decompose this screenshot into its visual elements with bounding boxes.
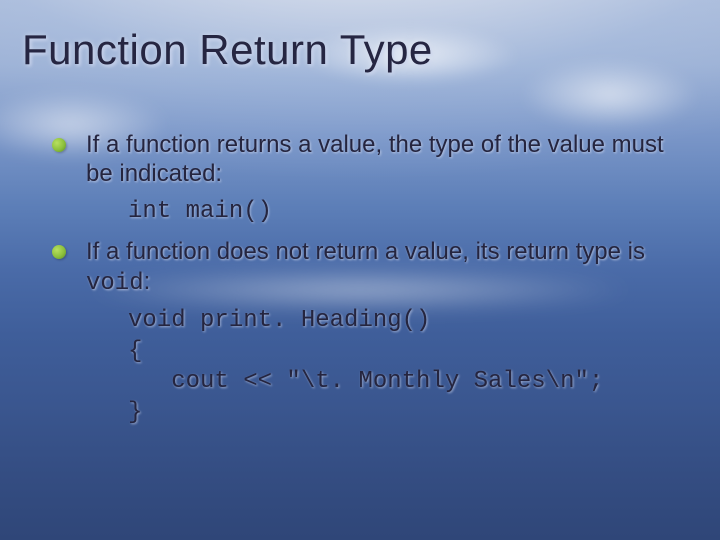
bullet-icon	[52, 138, 66, 152]
slide-body: If a function returns a value, the type …	[52, 130, 680, 429]
code-block: int main()	[128, 197, 680, 228]
bullet-item: If a function does not return a value, i…	[52, 237, 680, 298]
code-line: void print. Heading()	[128, 306, 680, 337]
bullet-text-post: :	[144, 268, 151, 295]
bullet-item: If a function returns a value, the type …	[52, 130, 680, 189]
code-line: }	[128, 398, 680, 429]
bullet-text-code: void	[86, 270, 144, 297]
bullet-text: If a function returns a value, the type …	[86, 131, 664, 187]
decorative-cloud	[520, 60, 700, 130]
code-line: int main()	[128, 197, 680, 228]
bullet-icon	[52, 245, 66, 259]
code-block: void print. Heading() { cout << "\t. Mon…	[128, 306, 680, 429]
slide: Function Return Type If a function retur…	[0, 0, 720, 540]
code-line: {	[128, 337, 680, 368]
bullet-text-pre: If a function does not return a value, i…	[86, 238, 645, 265]
slide-title: Function Return Type	[22, 26, 433, 74]
code-line: cout << "\t. Monthly Sales\n";	[128, 367, 680, 398]
